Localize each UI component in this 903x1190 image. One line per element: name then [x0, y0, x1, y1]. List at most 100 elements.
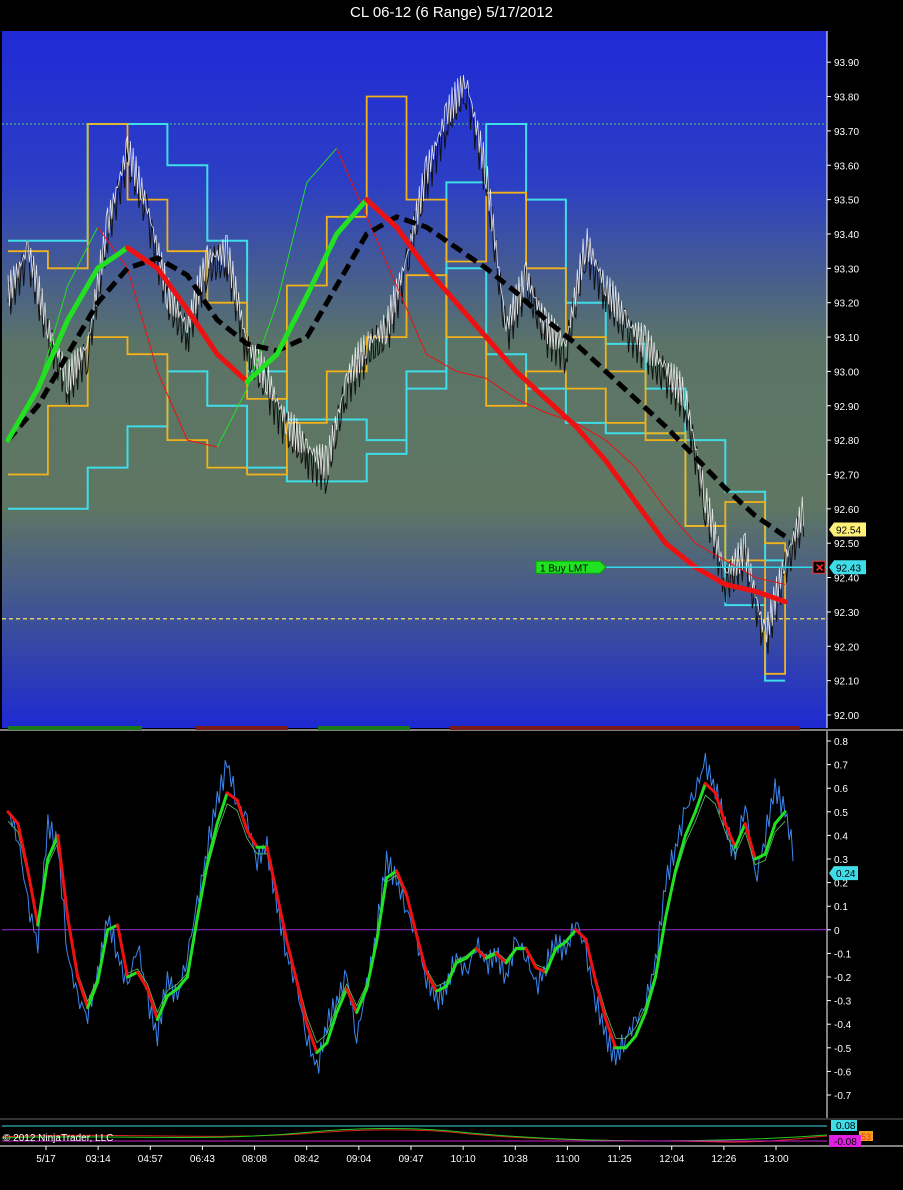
price-tick-label: 92.30	[834, 608, 859, 619]
last-price-label: 92.54	[836, 525, 861, 536]
x-tick-label: 13:00	[763, 1154, 788, 1165]
oscillator-signal-segment	[673, 833, 687, 873]
oscillator-signal-segment	[126, 970, 140, 979]
oscillator-signal-segment	[16, 822, 30, 873]
price-tick-label: 93.20	[834, 299, 859, 310]
price-tick-label: 93.40	[834, 230, 859, 241]
osc-tick-label: -0.7	[834, 1091, 852, 1102]
osc-tick-label: 0.7	[834, 761, 848, 772]
osc-tick-label: 0.3	[834, 855, 848, 866]
osc-tick-label: 0.5	[834, 808, 848, 819]
oscillator-signal-segment	[86, 980, 100, 1010]
x-tick-label: 5/17	[36, 1154, 56, 1165]
cancel-order-x[interactable]: ✕	[815, 562, 824, 574]
trend-strip-red-2	[450, 726, 800, 730]
price-tick-label: 93.00	[834, 367, 859, 378]
chart-canvas[interactable]: 93.90 93.80 93.70 93.60 93.50 93.40 93.30 93.20…	[0, 0, 903, 1190]
oscillator-signal-segment	[405, 892, 418, 937]
osc-tick-label: 0.8	[834, 737, 848, 748]
mini-value-label-1: 0.08	[836, 1121, 856, 1132]
oscillator-signal-segment	[96, 928, 110, 984]
x-tick-label: 11:25	[607, 1154, 632, 1165]
x-tick-label: 11:00	[555, 1154, 580, 1165]
oscillator-series-layer	[6, 752, 794, 1074]
price-axis-ticks: 93.90 93.80 93.70 93.60 93.50 93.40 93.30 93.20…	[827, 58, 859, 722]
oscillator-raw-line	[7, 752, 794, 1074]
price-tick-label: 93.10	[834, 333, 859, 344]
oscillator-signal-segment	[315, 1041, 329, 1055]
x-tick-label: 10:10	[451, 1154, 476, 1165]
price-tick-label: 93.50	[834, 196, 859, 207]
x-tick-label: 09:47	[398, 1154, 423, 1165]
x-tick-label: 12:26	[711, 1154, 736, 1165]
x-tick-label: 04:57	[138, 1154, 163, 1165]
x-tick-label: 03:14	[86, 1154, 111, 1165]
oscillator-signal-segment	[66, 916, 80, 979]
oscillator-signal-segment	[654, 916, 668, 979]
price-tick-label: 92.60	[834, 505, 859, 516]
osc-tick-label: 0.1	[834, 902, 848, 913]
price-tick-label: 92.00	[834, 711, 859, 722]
oscillator-signal-segment	[743, 822, 757, 861]
osc-last-value-label: 0.24	[836, 869, 856, 880]
oscillator-signal-segment	[753, 852, 767, 861]
x-tick-label: 08:08	[242, 1154, 267, 1165]
osc-tick-label: -0.2	[834, 973, 852, 984]
osc-tick-label: 0.6	[834, 784, 848, 795]
oscillator-signal-segment	[295, 980, 309, 1026]
oscillator-signal-segment	[484, 951, 498, 960]
x-axis-ticks: 5/17 03:14 04:57 06:43 08:08 08:42 09:04 09:47 1…	[36, 1146, 789, 1165]
oscillator-signal-segment	[56, 833, 70, 920]
oscillator-signal-segment	[365, 940, 379, 991]
x-tick-label: 06:43	[190, 1154, 215, 1165]
last-price-marker: 92.54	[829, 522, 866, 537]
oscillator-signal-segment	[225, 791, 239, 802]
price-tick-label: 92.90	[834, 402, 859, 413]
oscillator-signal-segment	[136, 970, 149, 991]
oscillator-signal-segment	[474, 947, 488, 960]
osc-tick-label: -0.5	[834, 1044, 852, 1055]
price-tick-label: 93.70	[834, 127, 859, 138]
oscillator-signal-segment	[345, 987, 359, 1014]
osc-tick-label: -0.4	[834, 1020, 852, 1031]
trend-strip-green-1	[8, 726, 142, 730]
osc-tick-label: -0.1	[834, 949, 852, 960]
oscillator-axis-ticks: 0.8 0.7 0.6 0.5 0.4 0.3 0.2 0.1 0 -0.1 -0.2 -0.3 -0.…	[827, 737, 852, 1102]
price-panel-background	[2, 31, 827, 728]
bottom-mini-panel: 0.08 53 -0.08 © 2012 NinjaTrader, LLC	[1, 1120, 873, 1148]
price-tick-label: 92.20	[834, 642, 859, 653]
osc-tick-label: 0.4	[834, 831, 848, 842]
oscillator-signal-thin	[7, 794, 786, 1044]
price-tick-label: 92.10	[834, 677, 859, 688]
price-tick-label: 93.60	[834, 161, 859, 172]
oscillator-signal-segment	[275, 892, 289, 944]
oscillator-signal-segment	[265, 845, 279, 896]
price-tick-label: 92.50	[834, 539, 859, 550]
price-tick-label: 92.80	[834, 436, 859, 447]
osc-tick-label: 0	[834, 926, 840, 937]
oscillator-signal-segment	[36, 857, 50, 927]
oscillator-signal-segment	[106, 923, 120, 932]
osc-tick-label: 0.2	[834, 879, 848, 890]
mini-value-label-2: -0.08	[834, 1137, 857, 1148]
osc-tick-label: -0.6	[834, 1067, 852, 1078]
mini-value-label-3: 53	[861, 1132, 871, 1142]
x-tick-label: 09:04	[346, 1154, 371, 1165]
oscillator-signal-segment	[245, 829, 259, 849]
copyright: © 2012 NinjaTrader, LLC	[3, 1133, 113, 1144]
x-tick-label: 08:42	[294, 1154, 319, 1165]
oscillator-signal-segment	[434, 984, 448, 993]
price-tick-label: 92.40	[834, 574, 859, 585]
price-tick-label: 92.70	[834, 470, 859, 481]
price-tick-label: 93.90	[834, 58, 859, 69]
oscillator-signal-segment	[195, 862, 209, 920]
x-tick-label: 10:38	[503, 1154, 528, 1165]
trend-strip-green-2	[318, 726, 410, 730]
trend-strip-red-1	[196, 726, 288, 730]
buy-lmt-label[interactable]: 1 Buy LMT	[540, 563, 588, 574]
osc-tick-label: -0.3	[834, 997, 852, 1008]
oscillator-signal-segment	[773, 810, 787, 826]
x-tick-label: 12:04	[659, 1154, 684, 1165]
osc-last-value-marker: 0.24	[829, 866, 858, 881]
price-tick-label: 93.80	[834, 93, 859, 104]
